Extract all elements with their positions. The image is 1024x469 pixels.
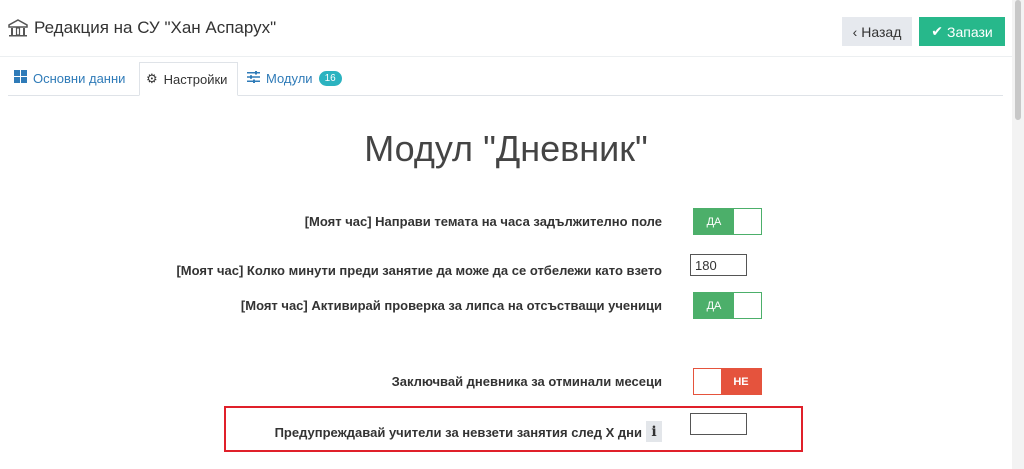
warn-days-input[interactable] bbox=[690, 413, 747, 435]
check-icon: ✔ bbox=[931, 23, 944, 39]
setting-label: Предупреждавай учители за невзети заняти… bbox=[274, 425, 642, 440]
page-title: Редакция на СУ "Хан Аспарух" bbox=[8, 18, 276, 38]
modules-count-badge: 16 bbox=[318, 70, 342, 86]
tab-bar: Основни данни ⚙ Настройки Модули 16 bbox=[8, 62, 1003, 96]
scrollbar-thumb[interactable] bbox=[1015, 0, 1021, 120]
grid-icon bbox=[14, 70, 27, 86]
page-header: Редакция на СУ "Хан Аспарух" ‹ Назад ✔ З… bbox=[0, 0, 1012, 57]
back-button-label: Назад bbox=[861, 23, 902, 40]
tab-label: Модули bbox=[266, 70, 313, 86]
tab-modules[interactable]: Модули 16 bbox=[241, 62, 351, 94]
toggle-knob bbox=[734, 293, 761, 318]
info-icon[interactable]: i bbox=[646, 421, 662, 442]
tab-main-data[interactable]: Основни данни bbox=[8, 62, 136, 94]
save-button[interactable]: ✔ Запази bbox=[919, 17, 1005, 46]
chevron-left-icon: ‹ bbox=[852, 23, 858, 40]
tab-label: Основни данни bbox=[33, 70, 126, 86]
setting-label: [Моят час] Активирай проверка за липса н… bbox=[240, 298, 662, 313]
page-title-text: Редакция на СУ "Хан Аспарух" bbox=[34, 18, 277, 37]
topic-required-toggle[interactable]: ДА bbox=[693, 208, 762, 235]
save-button-label: Запази bbox=[947, 23, 993, 40]
toggle-knob bbox=[694, 369, 721, 394]
absence-check-toggle[interactable]: ДА bbox=[693, 292, 762, 319]
school-icon bbox=[8, 19, 28, 37]
module-title: Модул "Дневник" bbox=[364, 128, 648, 169]
setting-label: Заключвай дневника за отминали месеци bbox=[391, 374, 662, 389]
sliders-icon bbox=[247, 70, 260, 86]
gears-icon: ⚙ bbox=[146, 71, 158, 86]
toggle-state: ДА bbox=[694, 209, 734, 234]
toggle-state: ДА bbox=[694, 293, 734, 318]
setting-label: [Моят час] Колко минути преди занятие да… bbox=[176, 263, 662, 278]
minutes-before-input[interactable] bbox=[690, 254, 747, 276]
setting-label: [Моят час] Направи темата на часа задълж… bbox=[304, 214, 662, 229]
toggle-knob bbox=[734, 209, 761, 234]
back-button[interactable]: ‹ Назад bbox=[842, 17, 912, 46]
tab-label: Настройки bbox=[163, 71, 228, 87]
toggle-state: НЕ bbox=[721, 369, 761, 394]
tab-settings[interactable]: ⚙ Настройки bbox=[139, 62, 238, 96]
lock-past-months-toggle[interactable]: НЕ bbox=[693, 368, 762, 395]
